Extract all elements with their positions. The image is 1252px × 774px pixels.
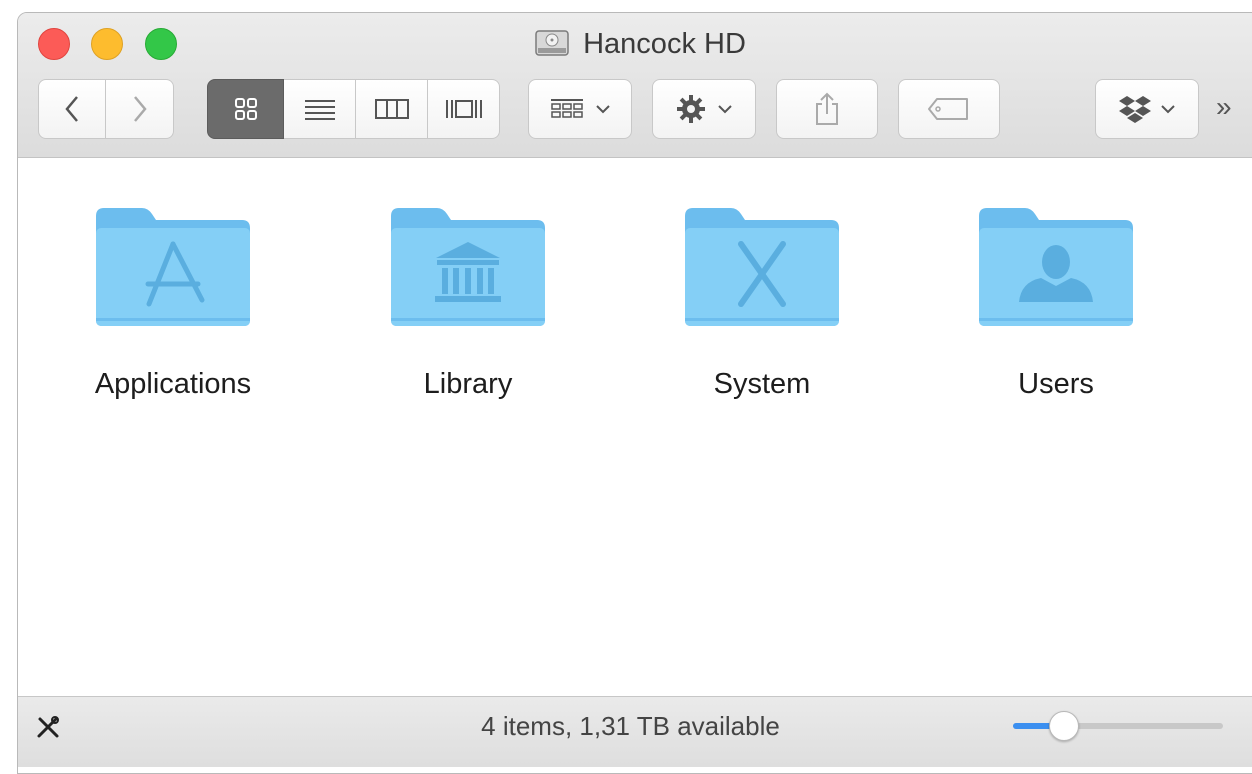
forward-button[interactable]: [106, 79, 174, 139]
icon-view-icon: [234, 98, 257, 120]
folder-item-library[interactable]: Library: [348, 198, 588, 401]
arrange-grid-icon: [551, 99, 583, 118]
folder-label: Users: [1018, 368, 1094, 400]
cover-flow-icon: [445, 100, 482, 118]
share-icon: [816, 92, 838, 125]
window-title: Hancock HD: [18, 27, 1252, 61]
system-folder-icon: [685, 208, 839, 326]
share-button[interactable]: [776, 79, 878, 139]
action-button[interactable]: [652, 79, 756, 139]
icon-view-button[interactable]: [207, 79, 284, 139]
status-bar: 4 items, 1,31 TB available: [18, 696, 1252, 767]
folder-item-system[interactable]: System: [642, 198, 882, 401]
title-toolbar: Hancock HD »: [18, 13, 1252, 158]
view-mode-buttons: [207, 79, 500, 139]
hard-disk-icon: [535, 30, 569, 56]
navigation-buttons: [38, 79, 174, 139]
list-view-icon: [304, 100, 335, 120]
arrange-button[interactable]: [528, 79, 632, 139]
cover-flow-view-button[interactable]: [428, 79, 500, 139]
column-view-icon: [374, 99, 409, 119]
dropbox-icon: [1119, 96, 1151, 123]
folder-contents: Applications Library System Users: [18, 158, 1252, 696]
back-button[interactable]: [38, 79, 106, 139]
dropbox-button[interactable]: [1095, 79, 1199, 139]
folder-label: Library: [423, 368, 513, 400]
icon-size-slider[interactable]: [1013, 711, 1223, 741]
chevron-right-icon: [133, 96, 147, 122]
toolbar-overflow-button[interactable]: »: [1216, 91, 1231, 123]
folder-label: Applications: [94, 368, 252, 400]
applications-folder-icon: [96, 208, 250, 326]
folder-item-applications[interactable]: Applications: [53, 198, 293, 401]
chevron-left-icon: [65, 96, 78, 122]
tags-button[interactable]: [898, 79, 1000, 139]
chevron-down-icon: [718, 105, 732, 114]
column-view-button[interactable]: [356, 79, 428, 139]
library-folder-icon: [391, 208, 545, 326]
chevron-down-icon: [1161, 105, 1175, 114]
finder-window: Hancock HD » Applications Library System…: [17, 12, 1252, 774]
chevron-down-icon: [596, 105, 610, 114]
users-folder-icon: [979, 208, 1133, 326]
gear-icon: [677, 95, 705, 123]
window-title-text: Hancock HD: [583, 28, 746, 60]
folder-item-users[interactable]: Users: [936, 198, 1176, 401]
tag-icon: [928, 98, 968, 120]
list-view-button[interactable]: [284, 79, 356, 139]
folder-label: System: [713, 368, 811, 400]
